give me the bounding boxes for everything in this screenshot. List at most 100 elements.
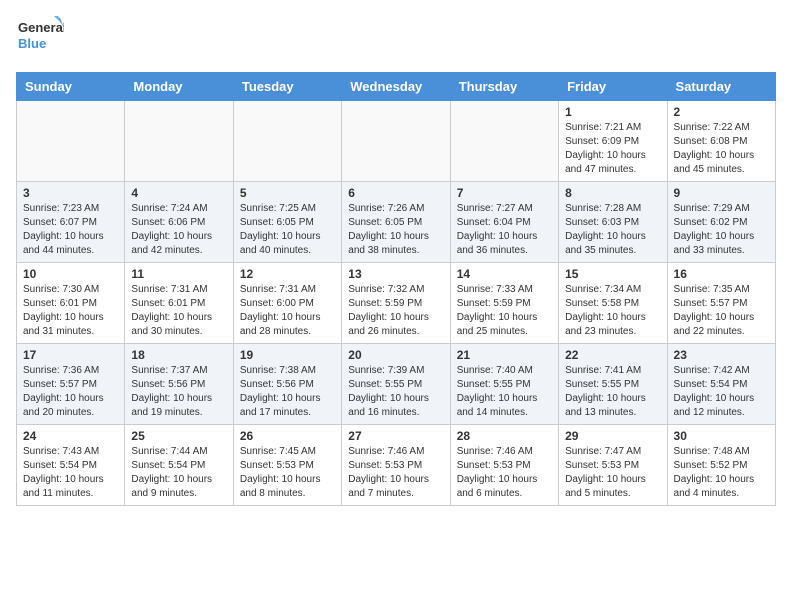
day-number: 7 <box>457 186 552 200</box>
day-info: Sunrise: 7:26 AMSunset: 6:05 PMDaylight:… <box>348 202 443 258</box>
calendar-cell: 6 Sunrise: 7:26 AMSunset: 6:05 PMDaylight… <box>342 182 450 263</box>
day-info: Sunrise: 7:47 AMSunset: 5:53 PMDaylight:… <box>565 445 660 501</box>
calendar-cell: 26 Sunrise: 7:45 AMSunset: 5:53 PMDayligh… <box>233 425 341 506</box>
day-info: Sunrise: 7:36 AMSunset: 5:57 PMDaylight:… <box>23 364 118 420</box>
day-info: Sunrise: 7:42 AMSunset: 5:54 PMDaylight:… <box>674 364 769 420</box>
day-info: Sunrise: 7:40 AMSunset: 5:55 PMDaylight:… <box>457 364 552 420</box>
calendar-cell: 12 Sunrise: 7:31 AMSunset: 6:00 PMDayligh… <box>233 263 341 344</box>
calendar-cell: 14Sunrise: 7:33 AMSunset: 5:59 PMDayligh… <box>450 263 558 344</box>
day-number: 26 <box>240 429 335 443</box>
calendar-cell: 29 Sunrise: 7:47 AMSunset: 5:53 PMDayligh… <box>559 425 667 506</box>
calendar-cell: 15 Sunrise: 7:34 AMSunset: 5:58 PMDayligh… <box>559 263 667 344</box>
calendar-cell: 1Sunrise: 7:21 AMSunset: 6:09 PMDaylight… <box>559 101 667 182</box>
day-info: Sunrise: 7:45 AMSunset: 5:53 PMDaylight:… <box>240 445 335 501</box>
calendar-cell: 27 Sunrise: 7:46 AMSunset: 5:53 PMDayligh… <box>342 425 450 506</box>
weekday-header: Friday <box>559 73 667 101</box>
day-info: Sunrise: 7:39 AMSunset: 5:55 PMDaylight:… <box>348 364 443 420</box>
day-info: Sunrise: 7:34 AMSunset: 5:58 PMDaylight:… <box>565 283 660 339</box>
day-number: 18 <box>131 348 226 362</box>
day-info: Sunrise: 7:48 AMSunset: 5:52 PMDaylight:… <box>674 445 769 501</box>
svg-text:Blue: Blue <box>18 36 46 51</box>
weekday-header: Thursday <box>450 73 558 101</box>
calendar: SundayMondayTuesdayWednesdayThursdayFrid… <box>16 72 776 506</box>
day-number: 12 <box>240 267 335 281</box>
day-info: Sunrise: 7:46 AMSunset: 5:53 PMDaylight:… <box>457 445 552 501</box>
day-info: Sunrise: 7:31 AMSunset: 6:00 PMDaylight:… <box>240 283 335 339</box>
calendar-cell: 10 Sunrise: 7:30 AMSunset: 6:01 PMDayligh… <box>17 263 125 344</box>
day-number: 28 <box>457 429 552 443</box>
day-info: Sunrise: 7:25 AMSunset: 6:05 PMDaylight:… <box>240 202 335 258</box>
svg-text:General: General <box>18 20 64 35</box>
calendar-cell: 28 Sunrise: 7:46 AMSunset: 5:53 PMDayligh… <box>450 425 558 506</box>
day-number: 4 <box>131 186 226 200</box>
day-info: Sunrise: 7:28 AMSunset: 6:03 PMDaylight:… <box>565 202 660 258</box>
day-info: Sunrise: 7:30 AMSunset: 6:01 PMDaylight:… <box>23 283 118 339</box>
day-info: Sunrise: 7:46 AMSunset: 5:53 PMDaylight:… <box>348 445 443 501</box>
day-info: Sunrise: 7:24 AMSunset: 6:06 PMDaylight:… <box>131 202 226 258</box>
calendar-cell: 11Sunrise: 7:31 AMSunset: 6:01 PMDayligh… <box>125 263 233 344</box>
calendar-cell: 22Sunrise: 7:41 AMSunset: 5:55 PMDayligh… <box>559 344 667 425</box>
day-number: 27 <box>348 429 443 443</box>
calendar-cell: 4 Sunrise: 7:24 AMSunset: 6:06 PMDaylight… <box>125 182 233 263</box>
calendar-cell: 7 Sunrise: 7:27 AMSunset: 6:04 PMDaylight… <box>450 182 558 263</box>
calendar-week-row: 24 Sunrise: 7:43 AMSunset: 5:54 PMDayligh… <box>17 425 776 506</box>
day-number: 3 <box>23 186 118 200</box>
day-number: 15 <box>565 267 660 281</box>
day-number: 23 <box>674 348 769 362</box>
calendar-week-row: 10 Sunrise: 7:30 AMSunset: 6:01 PMDayligh… <box>17 263 776 344</box>
day-number: 2 <box>674 105 769 119</box>
day-info: Sunrise: 7:44 AMSunset: 5:54 PMDaylight:… <box>131 445 226 501</box>
day-number: 16 <box>674 267 769 281</box>
day-number: 21 <box>457 348 552 362</box>
calendar-cell: 5 Sunrise: 7:25 AMSunset: 6:05 PMDaylight… <box>233 182 341 263</box>
day-number: 25 <box>131 429 226 443</box>
day-number: 5 <box>240 186 335 200</box>
day-number: 9 <box>674 186 769 200</box>
day-number: 29 <box>565 429 660 443</box>
day-info: Sunrise: 7:32 AMSunset: 5:59 PMDaylight:… <box>348 283 443 339</box>
day-info: Sunrise: 7:38 AMSunset: 5:56 PMDaylight:… <box>240 364 335 420</box>
calendar-cell: 13 Sunrise: 7:32 AMSunset: 5:59 PMDayligh… <box>342 263 450 344</box>
calendar-cell <box>233 101 341 182</box>
day-number: 24 <box>23 429 118 443</box>
day-number: 6 <box>348 186 443 200</box>
weekday-header-row: SundayMondayTuesdayWednesdayThursdayFrid… <box>17 73 776 101</box>
calendar-week-row: 17 Sunrise: 7:36 AMSunset: 5:57 PMDayligh… <box>17 344 776 425</box>
calendar-week-row: 1Sunrise: 7:21 AMSunset: 6:09 PMDaylight… <box>17 101 776 182</box>
day-number: 19 <box>240 348 335 362</box>
calendar-cell: 16 Sunrise: 7:35 AMSunset: 5:57 PMDayligh… <box>667 263 775 344</box>
weekday-header: Tuesday <box>233 73 341 101</box>
calendar-cell: 17 Sunrise: 7:36 AMSunset: 5:57 PMDayligh… <box>17 344 125 425</box>
day-number: 1 <box>565 105 660 119</box>
calendar-cell <box>342 101 450 182</box>
calendar-cell: 23 Sunrise: 7:42 AMSunset: 5:54 PMDayligh… <box>667 344 775 425</box>
day-number: 17 <box>23 348 118 362</box>
day-info: Sunrise: 7:35 AMSunset: 5:57 PMDaylight:… <box>674 283 769 339</box>
day-info: Sunrise: 7:22 AMSunset: 6:08 PMDaylight:… <box>674 121 769 177</box>
calendar-week-row: 3 Sunrise: 7:23 AMSunset: 6:07 PMDaylight… <box>17 182 776 263</box>
calendar-cell: 2 Sunrise: 7:22 AMSunset: 6:08 PMDaylight… <box>667 101 775 182</box>
day-number: 22 <box>565 348 660 362</box>
day-number: 8 <box>565 186 660 200</box>
day-info: Sunrise: 7:33 AMSunset: 5:59 PMDaylight:… <box>457 283 552 339</box>
calendar-cell: 18Sunrise: 7:37 AMSunset: 5:56 PMDayligh… <box>125 344 233 425</box>
calendar-cell: 25 Sunrise: 7:44 AMSunset: 5:54 PMDayligh… <box>125 425 233 506</box>
day-number: 20 <box>348 348 443 362</box>
calendar-cell: 19 Sunrise: 7:38 AMSunset: 5:56 PMDayligh… <box>233 344 341 425</box>
page-header: General Blue <box>16 16 776 60</box>
weekday-header: Saturday <box>667 73 775 101</box>
day-info: Sunrise: 7:23 AMSunset: 6:07 PMDaylight:… <box>23 202 118 258</box>
weekday-header: Monday <box>125 73 233 101</box>
day-info: Sunrise: 7:27 AMSunset: 6:04 PMDaylight:… <box>457 202 552 258</box>
day-info: Sunrise: 7:29 AMSunset: 6:02 PMDaylight:… <box>674 202 769 258</box>
calendar-cell <box>17 101 125 182</box>
calendar-cell <box>125 101 233 182</box>
calendar-cell: 30Sunrise: 7:48 AMSunset: 5:52 PMDayligh… <box>667 425 775 506</box>
day-info: Sunrise: 7:43 AMSunset: 5:54 PMDaylight:… <box>23 445 118 501</box>
day-number: 13 <box>348 267 443 281</box>
calendar-cell: 8 Sunrise: 7:28 AMSunset: 6:03 PMDaylight… <box>559 182 667 263</box>
calendar-cell: 21 Sunrise: 7:40 AMSunset: 5:55 PMDayligh… <box>450 344 558 425</box>
day-info: Sunrise: 7:31 AMSunset: 6:01 PMDaylight:… <box>131 283 226 339</box>
calendar-cell: 24 Sunrise: 7:43 AMSunset: 5:54 PMDayligh… <box>17 425 125 506</box>
day-number: 10 <box>23 267 118 281</box>
